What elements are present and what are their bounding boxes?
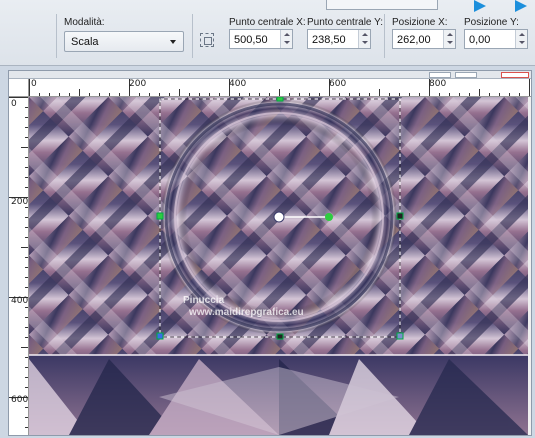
apply-icon[interactable] (474, 0, 486, 12)
preset-dropdown[interactable] (326, 0, 438, 10)
center-x-value: 500,50 (234, 34, 268, 46)
pos-y-stepper[interactable] (515, 30, 527, 48)
image-canvas[interactable]: Pinuccia www.maidirepgrafica.eu (29, 97, 528, 435)
close-icon[interactable] (501, 72, 529, 78)
center-x-field[interactable]: 500,50 (229, 29, 293, 49)
ruler-v-label: 200 (11, 197, 29, 207)
horizontal-ruler: 0 200 400 600 800 (29, 79, 531, 97)
maximize-icon[interactable] (455, 72, 477, 78)
next-icon[interactable] (515, 0, 527, 12)
ruler-v-label: 0 (11, 99, 17, 109)
center-y-value: 238,50 (312, 34, 346, 46)
watermark-line1: Pinuccia (183, 295, 225, 306)
mode-value: Scala (71, 36, 99, 48)
vertical-ruler: 0 200 400 600 (9, 97, 29, 435)
minimize-icon[interactable] (429, 72, 451, 78)
document-titlebar (9, 71, 531, 79)
vertical-ruler-ticks (9, 97, 28, 428)
ruler-h-label: 0 (31, 79, 37, 89)
mode-select[interactable]: Scala (64, 31, 184, 52)
ruler-h-label: 800 (429, 79, 447, 89)
ruler-v-label: 400 (11, 296, 29, 306)
center-x-label: Punto centrale X: (229, 17, 306, 28)
ruler-h-label: 400 (229, 79, 247, 89)
workspace: 0 200 400 600 800 0 200 400 600 Pinuccia… (0, 66, 535, 438)
chevron-down-icon (170, 40, 176, 44)
ruler-v-label: 600 (11, 395, 29, 405)
pos-x-value: 262,00 (397, 34, 431, 46)
pos-x-label: Posizione X: (392, 17, 448, 28)
ruler-h-label: 600 (329, 79, 347, 89)
watermark-line2: www.maidirepgrafica.eu (189, 307, 304, 318)
center-x-stepper[interactable] (280, 30, 292, 48)
canvas-artwork (29, 97, 528, 435)
ruler-h-label: 200 (129, 79, 147, 89)
pos-x-stepper[interactable] (443, 30, 455, 48)
document-window: 0 200 400 600 800 0 200 400 600 Pinuccia… (8, 70, 532, 436)
center-y-field[interactable]: 238,50 (307, 29, 371, 49)
center-y-label: Punto centrale Y: (307, 17, 383, 28)
horizontal-ruler-ticks (29, 79, 530, 96)
pos-y-label: Posizione Y: (464, 17, 519, 28)
pos-y-field[interactable]: 0,00 (464, 29, 528, 49)
tool-options-bar: Modalità: Scala Punto centrale X: 500,50… (0, 0, 535, 66)
mode-label: Modalità: (64, 17, 105, 28)
pos-x-field[interactable]: 262,00 (392, 29, 456, 49)
ruler-corner (9, 79, 29, 97)
pos-y-value: 0,00 (469, 34, 491, 46)
center-y-stepper[interactable] (358, 30, 370, 48)
anchor-icon[interactable] (200, 33, 214, 47)
